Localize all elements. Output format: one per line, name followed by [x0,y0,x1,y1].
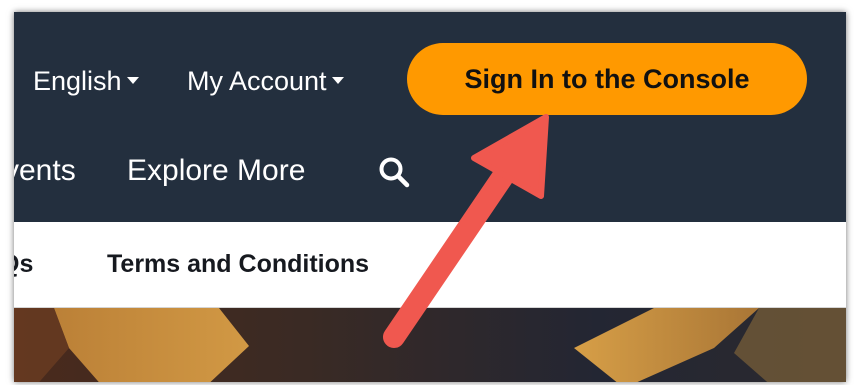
my-account-dropdown[interactable]: My Account [187,66,344,96]
hero-banner-graphic [14,308,846,382]
subnav-link-faqs[interactable]: Qs [14,250,33,278]
language-label: English [33,66,122,96]
sub-navigation-bar: Qs Terms and Conditions [14,222,846,308]
nav-link-events[interactable]: vents [14,154,76,188]
my-account-label: My Account [187,66,327,96]
screenshot-frame: English My Account Sign In to the Consol… [14,12,846,382]
language-dropdown[interactable]: English [33,66,139,96]
caret-down-icon [331,77,344,85]
subnav-link-terms-and-conditions[interactable]: Terms and Conditions [107,250,369,278]
search-icon[interactable] [377,155,411,189]
nav-link-explore-more[interactable]: Explore More [127,154,305,188]
top-navigation-bar: English My Account Sign In to the Consol… [14,12,846,147]
caret-down-icon [126,77,139,85]
sign-in-to-console-button[interactable]: Sign In to the Console [407,43,807,115]
hero-banner [14,308,846,382]
